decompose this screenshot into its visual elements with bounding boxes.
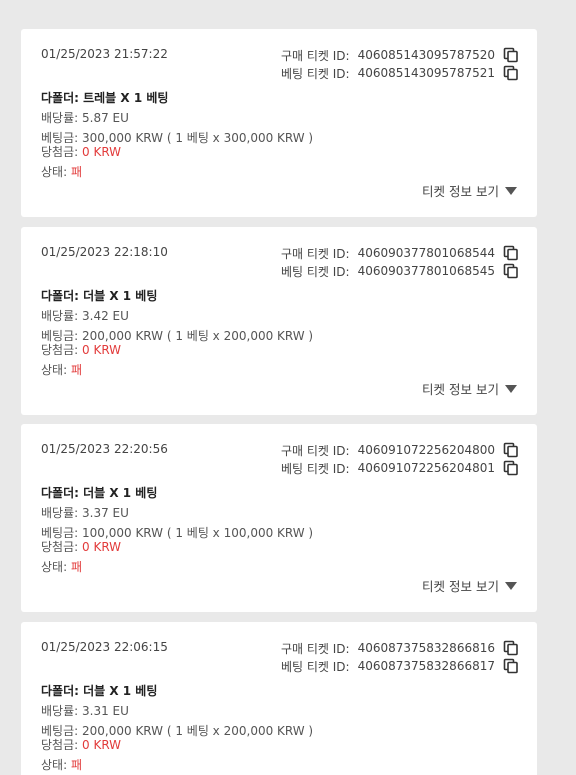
odds-label: 배당률: [41,309,79,323]
odds: 배당률: 3.42 EU [41,307,129,324]
winnings: 당첨금: 0 KRW [41,341,121,358]
odds: 배당률: 3.31 EU [41,702,129,719]
odds: 배당률: 5.87 EU [41,109,129,126]
bet-type: 다폴더: 더블 X 1 베팅 [41,486,158,500]
caret-down-icon [505,186,517,195]
purchase-ticket-id-row: 구매 티켓 ID: 406091072256204800 [281,441,519,459]
bet-ticket-id-row: 베팅 티켓 ID: 406091072256204801 [281,459,519,477]
winnings-label: 당첨금: [41,145,79,159]
status-label: 상태: [41,560,68,574]
bet-ticket-id-value: 406085143095787521 [357,66,495,80]
ticket-ids: 구매 티켓 ID: 406091072256204800 베팅 티켓 ID: 4… [281,441,519,477]
ticket-datetime: 01/25/2023 22:20:56 [41,442,168,456]
status-label: 상태: [41,165,68,179]
copy-icon[interactable] [503,442,519,458]
caret-down-icon [505,384,517,393]
winnings-label: 당첨금: [41,738,79,752]
status-value: 패 [70,758,82,772]
purchase-ticket-id-row: 구매 티켓 ID: 406087375832866816 [281,639,519,657]
copy-icon[interactable] [503,245,519,261]
winnings: 당첨금: 0 KRW [41,538,121,555]
purchase-ticket-id-label: 구매 티켓 ID: [280,641,350,656]
bet-status: 상태: 패 [41,756,82,773]
bet-status: 상태: 패 [41,558,82,575]
view-ticket-info-toggle[interactable]: 티켓 정보 보기 [422,576,517,595]
bet-type: 다폴더: 트레블 X 1 베팅 [41,91,169,105]
odds-label: 배당률: [41,704,79,718]
status-value: 패 [70,363,82,377]
ticket-datetime: 01/25/2023 21:57:22 [41,47,168,61]
bet-ticket-id-value: 406091072256204801 [357,461,495,475]
odds: 배당률: 3.37 EU [41,504,129,521]
purchase-ticket-id-label: 구매 티켓 ID: [280,48,350,63]
view-ticket-info-label: 티켓 정보 보기 [422,184,499,199]
copy-icon[interactable] [503,47,519,63]
winnings-value: 0 KRW [82,540,122,554]
copy-icon[interactable] [503,640,519,656]
bet-ticket-id-row: 베팅 티켓 ID: 406087375832866817 [281,657,519,675]
view-ticket-info-toggle[interactable]: 티켓 정보 보기 [422,181,517,200]
purchase-ticket-id-value: 406087375832866816 [357,641,495,655]
odds-value: 3.31 EU [82,704,129,718]
purchase-ticket-id-label: 구매 티켓 ID: [280,246,350,261]
ticket-ids: 구매 티켓 ID: 406087375832866816 베팅 티켓 ID: 4… [281,639,519,675]
winnings-value: 0 KRW [82,145,122,159]
bet-ticket-id-row: 베팅 티켓 ID: 406090377801068545 [281,262,519,280]
caret-down-icon [505,581,517,590]
copy-icon[interactable] [503,460,519,476]
bet-ticket-id-label: 베팅 티켓 ID: [280,461,350,476]
status-value: 패 [70,560,82,574]
copy-icon[interactable] [503,65,519,81]
bet-type: 다폴더: 더블 X 1 베팅 [41,289,158,303]
ticket-card: 01/25/2023 22:20:56 구매 티켓 ID: 4060910722… [21,424,537,612]
winnings-value: 0 KRW [82,343,122,357]
winnings-value: 0 KRW [82,738,122,752]
ticket-ids: 구매 티켓 ID: 406085143095787520 베팅 티켓 ID: 4… [281,46,519,82]
status-value: 패 [70,165,82,179]
purchase-ticket-id-label: 구매 티켓 ID: [280,443,350,458]
bet-status: 상태: 패 [41,361,82,378]
view-ticket-info-label: 티켓 정보 보기 [422,382,499,397]
odds-label: 배당률: [41,506,79,520]
bet-ticket-id-label: 베팅 티켓 ID: [280,66,350,81]
bet-ticket-id-value: 406087375832866817 [357,659,495,673]
ticket-list: 01/25/2023 21:57:22 구매 티켓 ID: 4060851430… [0,0,576,775]
winnings-label: 당첨금: [41,343,79,357]
bet-ticket-id-label: 베팅 티켓 ID: [280,264,350,279]
purchase-ticket-id-value: 406090377801068544 [357,246,495,260]
status-label: 상태: [41,758,68,772]
odds-label: 배당률: [41,111,79,125]
purchase-ticket-id-value: 406091072256204800 [357,443,495,457]
copy-icon[interactable] [503,263,519,279]
ticket-card: 01/25/2023 22:06:15 구매 티켓 ID: 4060873758… [21,622,537,775]
ticket-card: 01/25/2023 21:57:22 구매 티켓 ID: 4060851430… [21,29,537,217]
bet-ticket-id-value: 406090377801068545 [357,264,495,278]
ticket-card: 01/25/2023 22:18:10 구매 티켓 ID: 4060903778… [21,227,537,415]
ticket-datetime: 01/25/2023 22:18:10 [41,245,168,259]
bet-ticket-id-row: 베팅 티켓 ID: 406085143095787521 [281,64,519,82]
bet-type: 다폴더: 더블 X 1 베팅 [41,684,158,698]
odds-value: 5.87 EU [82,111,129,125]
purchase-ticket-id-row: 구매 티켓 ID: 406090377801068544 [281,244,519,262]
bet-ticket-id-label: 베팅 티켓 ID: [280,659,350,674]
winnings: 당첨금: 0 KRW [41,736,121,753]
bet-status: 상태: 패 [41,163,82,180]
view-ticket-info-label: 티켓 정보 보기 [422,579,499,594]
winnings-label: 당첨금: [41,540,79,554]
odds-value: 3.37 EU [82,506,129,520]
status-label: 상태: [41,363,68,377]
winnings: 당첨금: 0 KRW [41,143,121,160]
view-ticket-info-toggle[interactable]: 티켓 정보 보기 [422,379,517,398]
odds-value: 3.42 EU [82,309,129,323]
purchase-ticket-id-row: 구매 티켓 ID: 406085143095787520 [281,46,519,64]
ticket-datetime: 01/25/2023 22:06:15 [41,640,168,654]
ticket-ids: 구매 티켓 ID: 406090377801068544 베팅 티켓 ID: 4… [281,244,519,280]
copy-icon[interactable] [503,658,519,674]
purchase-ticket-id-value: 406085143095787520 [357,48,495,62]
